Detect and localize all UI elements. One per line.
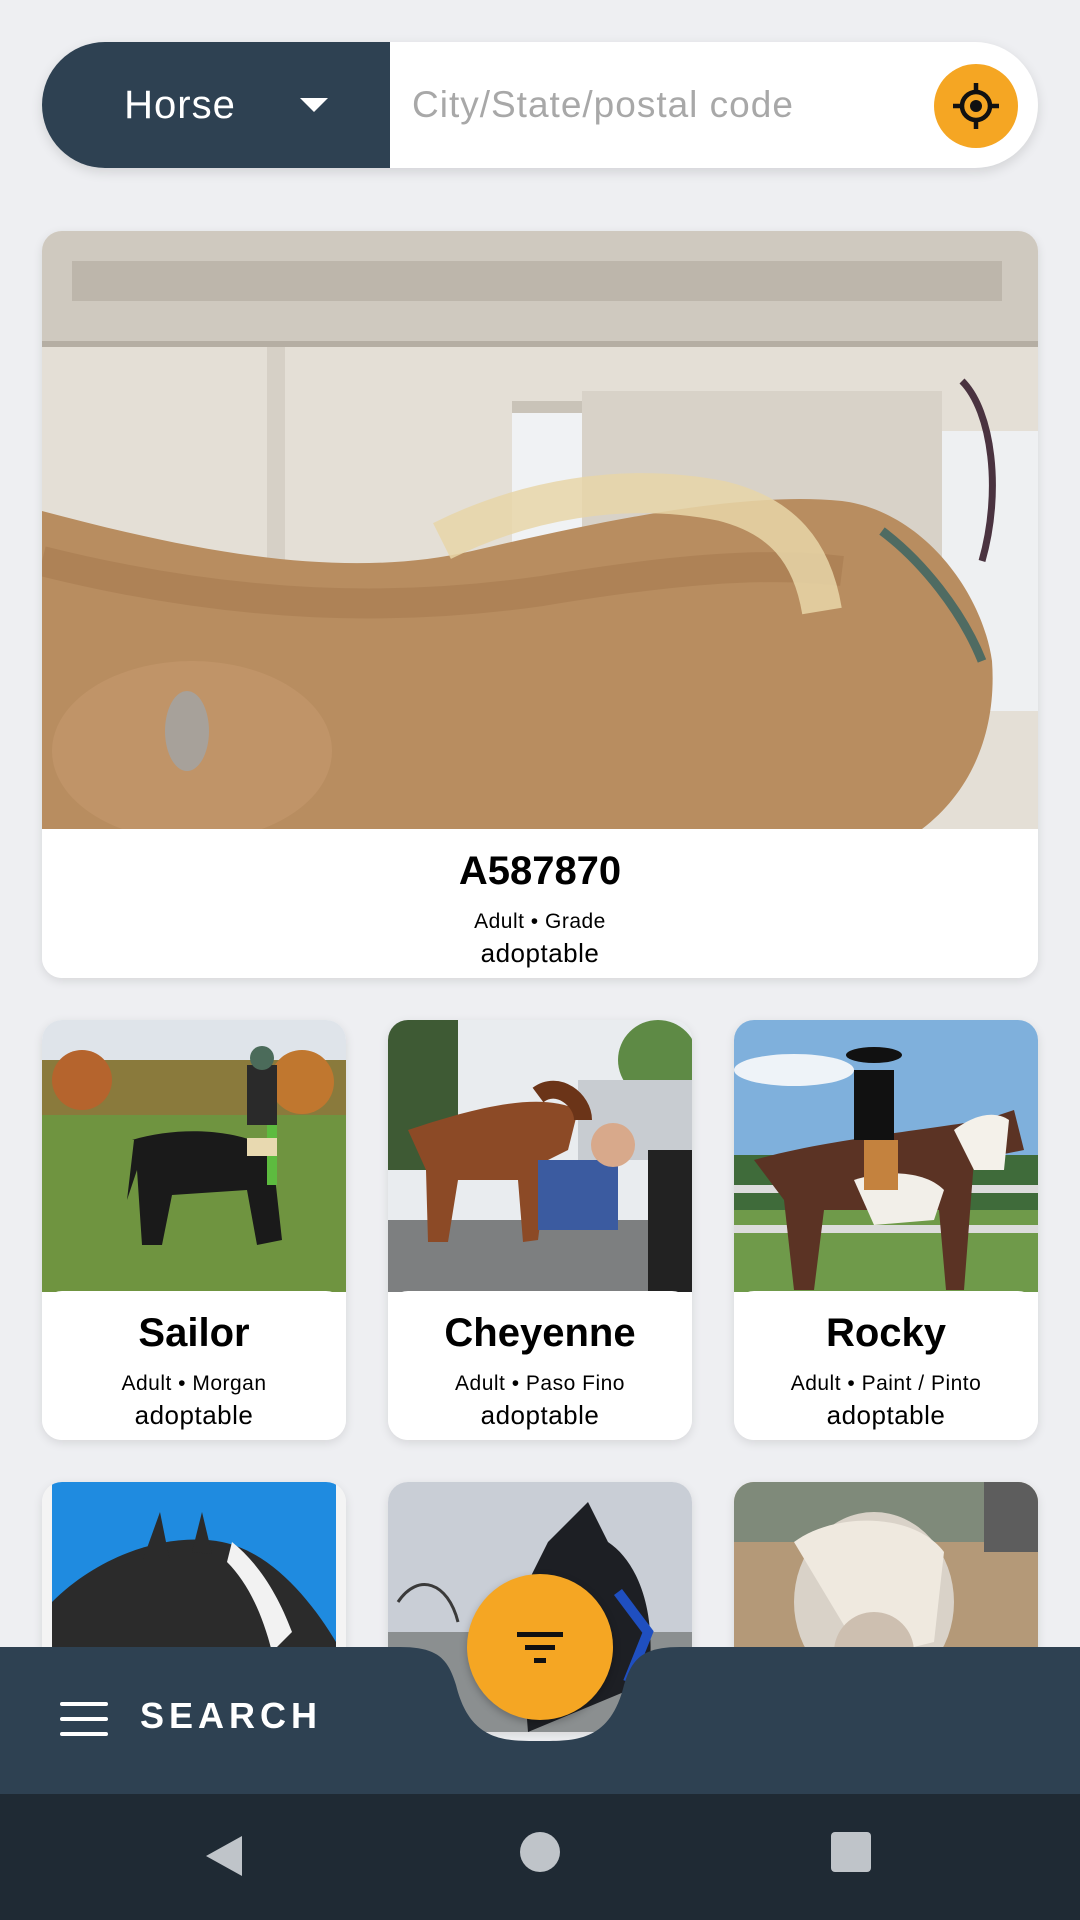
pet-info: Cheyenne Adult • Paso Fino adoptable xyxy=(388,1291,692,1440)
pet-photo xyxy=(388,1020,692,1292)
crosshair-icon xyxy=(953,83,999,129)
pet-status: adoptable xyxy=(480,1400,600,1430)
pet-name: Rocky xyxy=(825,1311,947,1355)
pet-photo xyxy=(734,1020,1038,1292)
pet-info: Sailor Adult • Morgan adoptable xyxy=(42,1291,346,1440)
pet-card-rocky[interactable]: Rocky Adult • Paint / Pinto adoptable xyxy=(734,1020,1038,1440)
filter-button[interactable] xyxy=(467,1574,613,1720)
pet-card-sailor[interactable]: Sailor Adult • Morgan adoptable xyxy=(42,1020,346,1440)
pet-meta: Adult • Morgan xyxy=(121,1372,267,1395)
pet-meta: Adult • Grade xyxy=(474,910,606,933)
pet-status: adoptable xyxy=(134,1400,254,1430)
pet-name: Cheyenne xyxy=(444,1311,636,1355)
home-icon[interactable] xyxy=(520,1832,560,1872)
pet-meta: Adult • Paso Fino xyxy=(455,1372,625,1395)
pet-photo xyxy=(42,1020,346,1292)
search-bar: Horse xyxy=(42,42,1038,168)
pet-info: Rocky Adult • Paint / Pinto adoptable xyxy=(734,1291,1038,1440)
pet-status: adoptable xyxy=(826,1400,946,1430)
hamburger-menu-icon[interactable] xyxy=(60,1702,108,1736)
recents-icon[interactable] xyxy=(831,1832,871,1872)
pet-photo xyxy=(42,231,1038,829)
caret-down-icon xyxy=(299,98,328,112)
search-label[interactable]: SEARCH xyxy=(140,1695,322,1737)
system-nav-bar xyxy=(0,1794,1080,1920)
back-icon[interactable] xyxy=(204,1834,244,1878)
locate-button[interactable] xyxy=(934,64,1018,148)
filter-icon xyxy=(517,1632,563,1663)
featured-pet-card[interactable]: A587870 Adult • Grade adoptable xyxy=(42,231,1038,978)
pet-name: Sailor xyxy=(138,1311,250,1355)
pet-card-cheyenne[interactable]: Cheyenne Adult • Paso Fino adoptable xyxy=(388,1020,692,1440)
pet-meta: Adult • Paint / Pinto xyxy=(790,1372,982,1395)
pet-status: adoptable xyxy=(480,938,600,968)
pet-info: A587870 Adult • Grade adoptable xyxy=(42,829,1038,978)
species-dropdown[interactable]: Horse xyxy=(42,42,390,168)
species-label: Horse xyxy=(124,82,236,127)
pet-name: A587870 xyxy=(458,849,622,893)
